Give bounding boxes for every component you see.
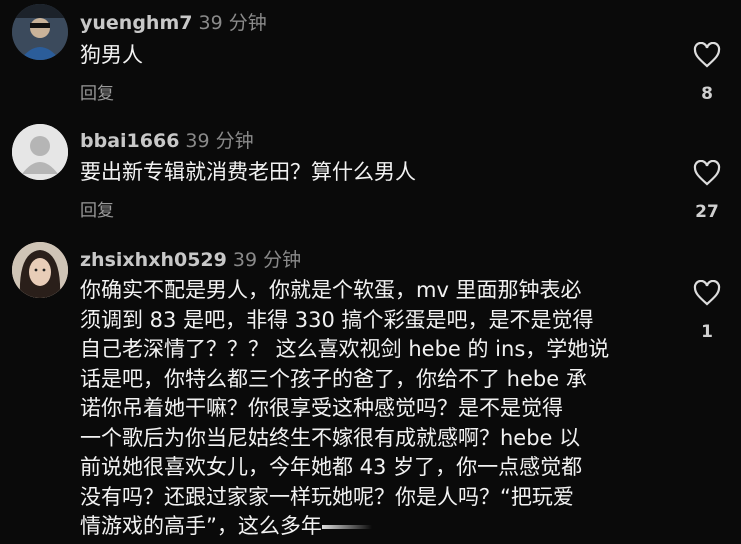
user-photo-avatar-icon — [12, 4, 68, 60]
reply-button[interactable]: 回复 — [80, 196, 114, 221]
comment-item: yuenghm7 39 分钟 狗男人 回复 8 — [0, 0, 741, 112]
comment-text-line: 没有吗？还跟过家家一样玩她呢？你是人吗？“把玩爱 — [80, 484, 574, 509]
comment-item: zhsixhxh0529 39 分钟 你确实不配是男人，你就是个软蛋，mv 里面那… — [0, 238, 741, 544]
like-button[interactable]: 8 — [689, 42, 725, 104]
reply-button[interactable]: 回复 — [80, 79, 114, 104]
comment-text-last-line: 情游戏的高手”，这么多年 — [80, 512, 680, 542]
default-person-avatar-icon — [12, 124, 68, 180]
comment-text-line: 狗男人 — [80, 43, 143, 67]
like-button[interactable]: 1 — [689, 280, 725, 342]
comment-text-line: 前说她很喜欢女儿，今年她都 43 岁了，你一点感觉都 — [80, 455, 583, 479]
comment-text-line: 须调到 83 是吧，非得 330 搞个彩蛋是吧，是不是觉得 — [80, 307, 594, 332]
avatar[interactable] — [12, 124, 68, 180]
like-count: 8 — [701, 84, 713, 104]
comment-username[interactable]: yuenghm7 39 分钟 — [80, 8, 267, 35]
comment-item: bbai1666 39 分钟 要出新专辑就消费老田？算什么男人 回复 27 — [0, 118, 741, 228]
comment-text: 你确实不配是男人，你就是个软蛋，mv 里面那钟表必 须调到 83 是吧，非得 3… — [80, 276, 680, 542]
avatar[interactable] — [12, 4, 68, 60]
text-truncation-fade — [321, 525, 372, 529]
comment-text-line: 话是吧，你特么都三个孩子的爸了，你给不了 hebe 承 — [80, 366, 587, 391]
like-button[interactable]: 27 — [689, 160, 725, 222]
heart-outline-icon — [693, 160, 721, 186]
comment-text: 狗男人 — [80, 41, 143, 71]
comment-time: 39 分钟 — [232, 249, 302, 271]
heart-outline-icon — [693, 280, 721, 306]
like-count: 27 — [695, 202, 719, 222]
comment-text: 要出新专辑就消费老田？算什么男人 — [80, 158, 416, 188]
comment-time: 39 分钟 — [198, 12, 267, 34]
comment-text-line: 一个歌后为你当尼姑终生不嫁很有成就感啊？hebe 以 — [80, 425, 581, 450]
comment-username[interactable]: bbai1666 39 分钟 — [80, 126, 254, 153]
avatar[interactable] — [12, 242, 68, 298]
comment-text-line: 要出新专辑就消费老田？算什么男人 — [80, 160, 416, 184]
username-text[interactable]: zhsixhxh0529 — [80, 249, 227, 271]
username-text[interactable]: bbai1666 — [80, 130, 179, 152]
like-count: 1 — [701, 322, 713, 342]
comment-text-line: 你确实不配是男人，你就是个软蛋，mv 里面那钟表必 — [80, 278, 582, 302]
username-text[interactable]: yuenghm7 — [80, 12, 192, 34]
comment-time: 39 分钟 — [185, 130, 254, 152]
comment-text-line: 自己老深情了？？？ 这么喜欢视剑 hebe 的 ins，学她说 — [80, 337, 610, 361]
comment-username[interactable]: zhsixhxh0529 39 分钟 — [80, 245, 301, 272]
heart-outline-icon — [693, 42, 721, 68]
comment-text-line: 情游戏的高手”，这么多年 — [80, 514, 322, 538]
comment-text-line: 诺你吊着她干嘛？你很享受这种感觉吗？是不是觉得 — [80, 396, 563, 420]
woman-photo-avatar-icon — [12, 242, 68, 298]
